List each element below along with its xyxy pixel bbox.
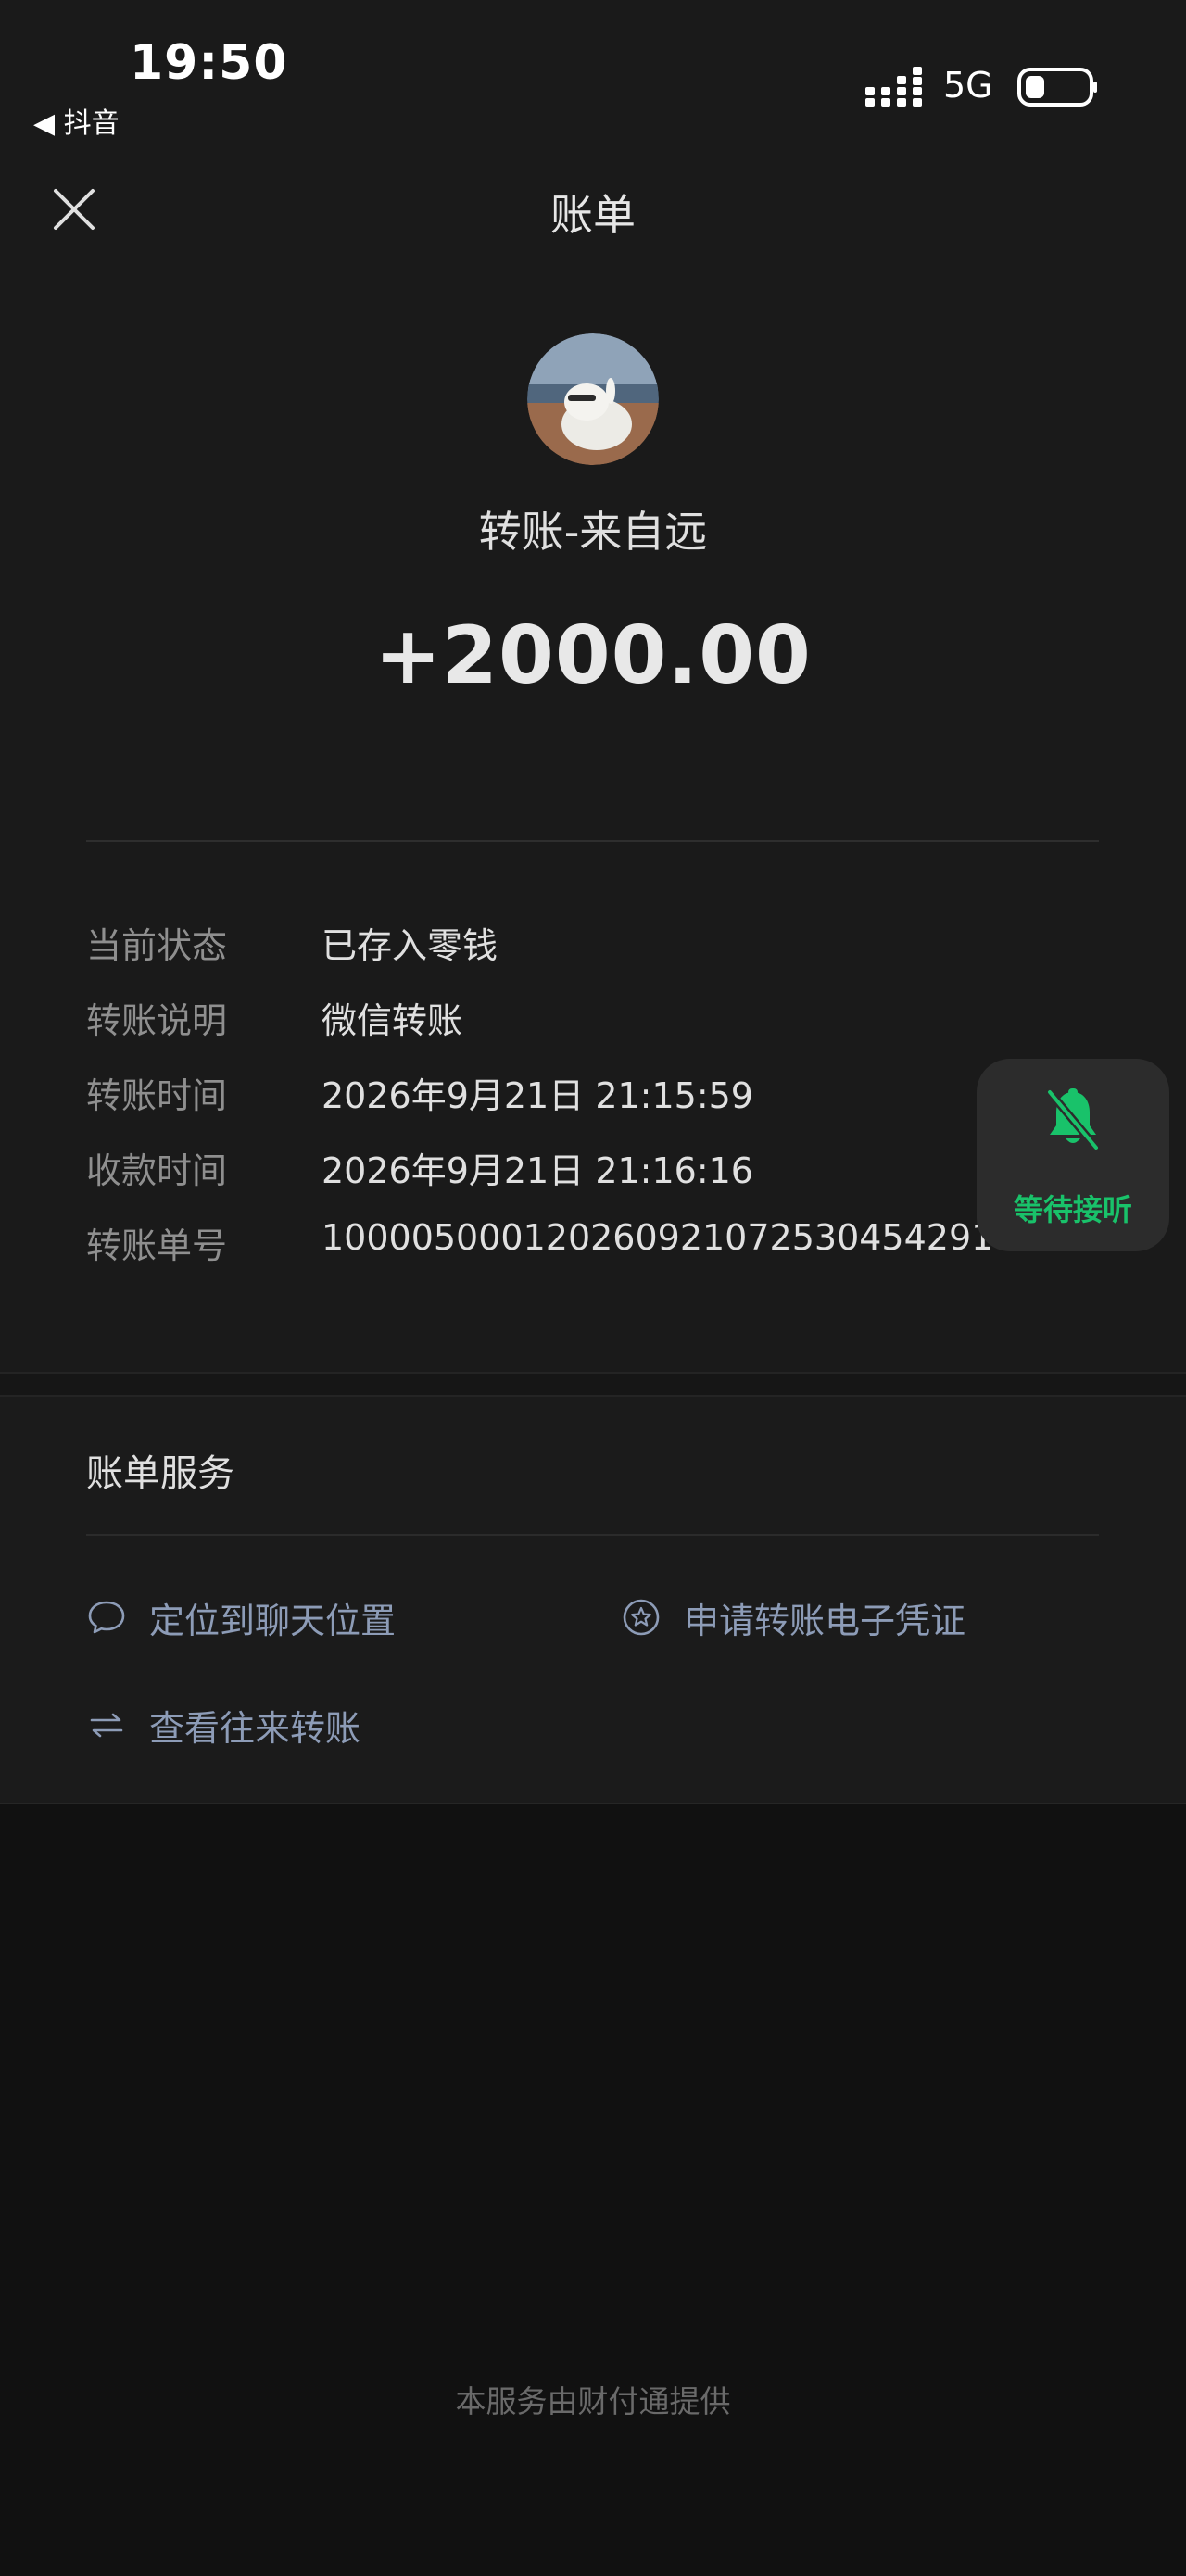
locate-chat-button[interactable]: 定位到聊天位置 <box>86 1590 396 1645</box>
detail-value: 已存入零钱 <box>322 925 498 966</box>
provider-footer: 本服务由财付通提供 <box>455 2383 731 2419</box>
detail-label: 收款时间 <box>86 1150 228 1191</box>
bill-services-section: 账单服务 定位到聊天位置 申请转账电子凭证 查看往来转账 <box>0 1397 1186 1804</box>
locate-chat-label: 定位到聊天位置 <box>149 1600 397 1641</box>
detail-label: 转账单号 <box>86 1225 228 1266</box>
bell-muted-icon <box>1045 1087 1101 1152</box>
status-time: 19:50 <box>130 35 288 91</box>
network-type: 5G <box>943 65 993 106</box>
waiting-call-label: 等待接听 <box>1013 1192 1132 1227</box>
detail-label: 当前状态 <box>86 925 228 966</box>
divider <box>86 1534 1099 1536</box>
battery-icon <box>1017 68 1097 107</box>
transfer-amount: +2000.00 <box>374 609 812 702</box>
page-title: 账单 <box>550 190 636 240</box>
back-to-app-link[interactable]: ◀ 抖音 <box>33 100 120 141</box>
star-badge-icon <box>623 1599 660 1636</box>
payer-name: 转账-来自远 <box>478 507 708 557</box>
cellular-signal-icon <box>865 67 922 107</box>
detail-label: 转账说明 <box>86 1000 228 1041</box>
services-title: 账单服务 <box>86 1452 234 1495</box>
apply-voucher-label: 申请转账电子凭证 <box>684 1600 966 1641</box>
detail-label: 转账时间 <box>86 1075 228 1116</box>
apply-voucher-button[interactable]: 申请转账电子凭证 <box>621 1590 965 1645</box>
chat-bubble-icon <box>88 1601 125 1634</box>
view-transfers-label: 查看往来转账 <box>149 1707 361 1749</box>
view-transfers-button[interactable]: 查看往来转账 <box>86 1697 360 1753</box>
waiting-call-float[interactable]: 等待接听 <box>977 1059 1169 1251</box>
section-separator <box>0 1372 1186 1397</box>
payer-avatar <box>527 333 659 465</box>
swap-arrows-icon <box>90 1713 123 1738</box>
detail-value: 微信转账 <box>322 1000 463 1041</box>
divider <box>86 840 1099 842</box>
